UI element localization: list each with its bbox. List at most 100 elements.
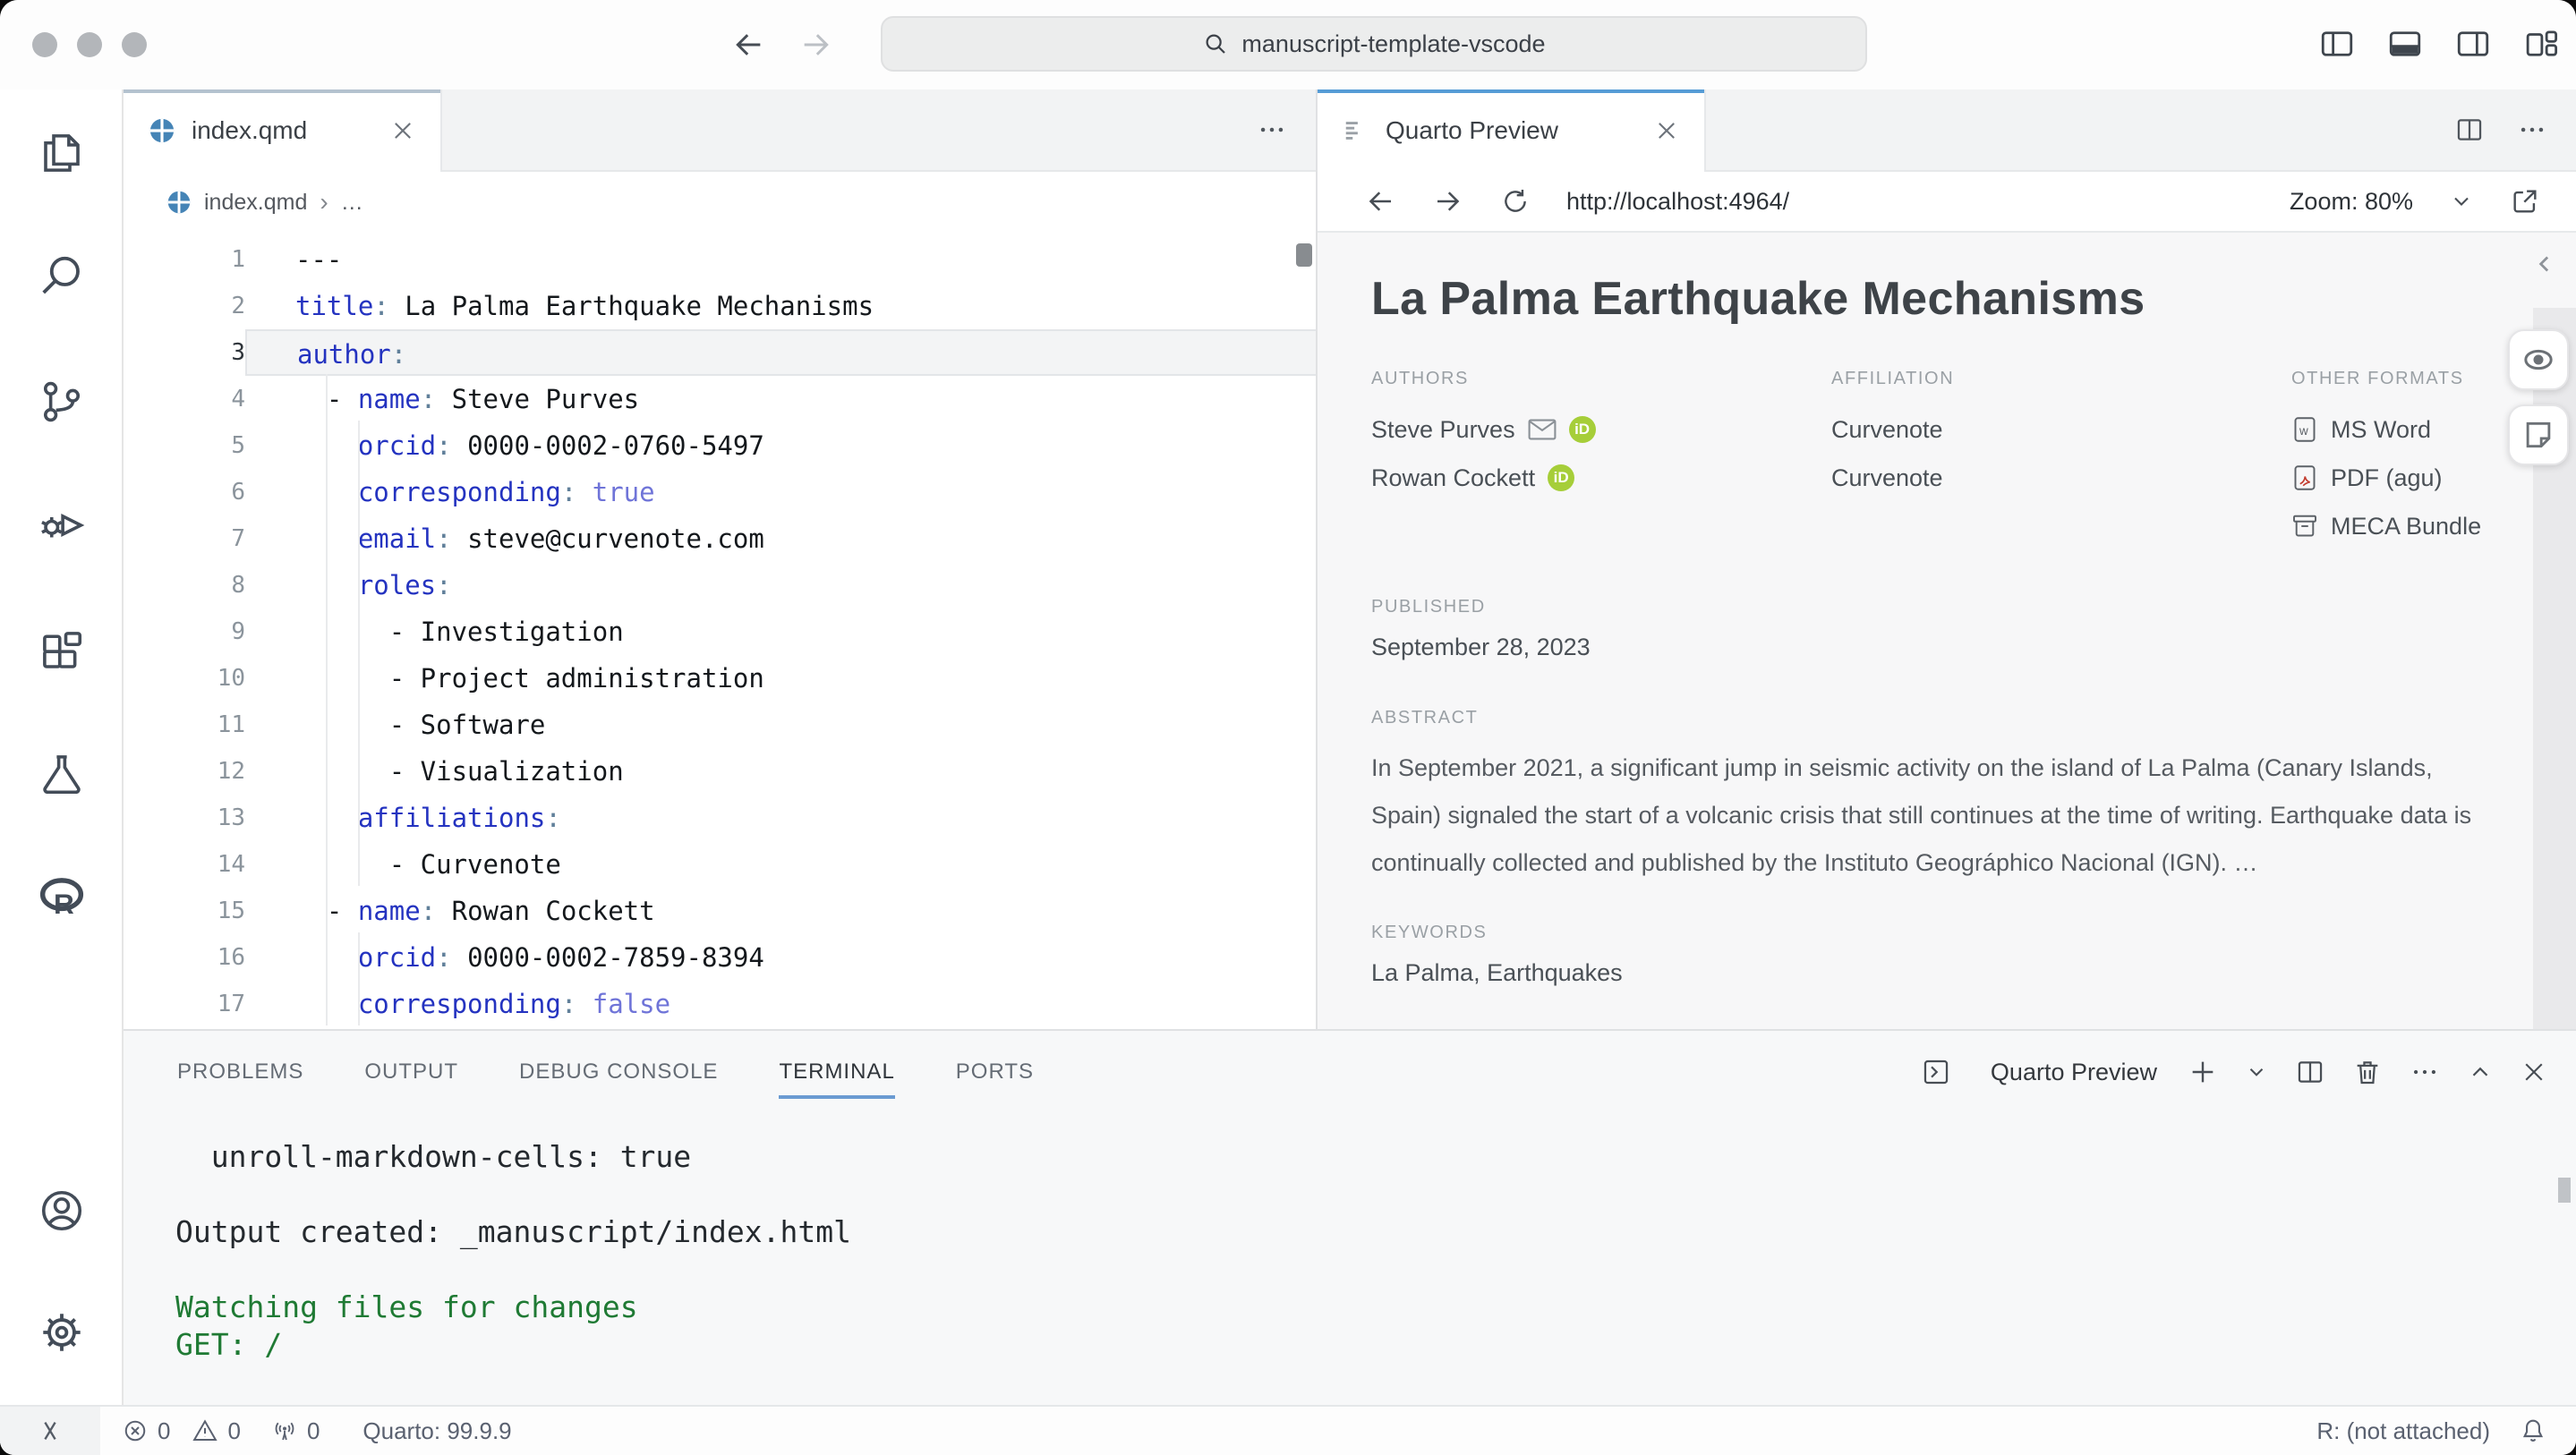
search-icon[interactable]: [38, 252, 86, 301]
tab-output[interactable]: OUTPUT: [364, 1049, 458, 1095]
remote-indicator[interactable]: [0, 1407, 100, 1455]
ports-status[interactable]: 0: [271, 1417, 320, 1445]
problems-status[interactable]: 0 0: [122, 1417, 241, 1445]
panel-more-actions-icon[interactable]: [2410, 1057, 2440, 1087]
line-number: 12: [124, 748, 245, 795]
format-label: MECA Bundle: [2331, 502, 2481, 550]
code-line-5[interactable]: 5 orcid: 0000-0002-0760-5497: [124, 422, 1316, 469]
bottom-panel: PROBLEMS OUTPUT DEBUG CONSOLE TERMINAL P…: [124, 1029, 2576, 1405]
code-line-3[interactable]: 3author:: [124, 329, 1316, 376]
breadcrumb-file[interactable]: index.qmd: [204, 190, 307, 216]
split-terminal-icon[interactable]: [2295, 1057, 2325, 1087]
zoom-window-button[interactable]: [122, 32, 147, 57]
kill-terminal-trash-icon[interactable]: [2352, 1057, 2383, 1087]
customize-layout-icon[interactable]: [2522, 25, 2560, 63]
explorer-icon[interactable]: [38, 129, 86, 177]
reader-view-button[interactable]: [2508, 329, 2569, 390]
toggle-secondary-sidebar-icon[interactable]: [2454, 25, 2492, 63]
maximize-panel-chevron-up-icon[interactable]: [2467, 1059, 2494, 1085]
history-forward-icon[interactable]: [798, 27, 834, 63]
code-line-6[interactable]: 6 corresponding: true: [124, 469, 1316, 515]
testing-beaker-icon[interactable]: [38, 750, 86, 798]
orcid-icon[interactable]: iD: [1548, 464, 1574, 491]
extensions-icon[interactable]: [38, 626, 86, 675]
terminal-session-name[interactable]: Quarto Preview: [1991, 1059, 2157, 1086]
r-session-status[interactable]: R: (not attached): [2316, 1417, 2490, 1445]
terminal-output[interactable]: unroll-markdown-cells: true Output creat…: [175, 1138, 2576, 1364]
source-control-icon[interactable]: [38, 378, 86, 426]
quarto-file-icon: [149, 117, 175, 144]
panel-header: PROBLEMS OUTPUT DEBUG CONSOLE TERMINAL P…: [124, 1031, 2576, 1113]
new-terminal-icon[interactable]: [2188, 1057, 2218, 1087]
breadcrumb-more[interactable]: …: [341, 190, 363, 216]
code-line-17[interactable]: 17 corresponding: false: [124, 981, 1316, 1027]
terminal-scrollbar-thumb[interactable]: [2558, 1178, 2571, 1203]
preview-url[interactable]: http://localhost:4964/: [1566, 188, 1789, 216]
settings-gear-icon[interactable]: [38, 1308, 86, 1357]
email-envelope-icon[interactable]: [1528, 418, 1557, 441]
toggle-primary-sidebar-icon[interactable]: [2318, 25, 2356, 63]
published-date: September 28, 2023: [1371, 634, 2576, 661]
toggle-panel-icon[interactable]: [2386, 25, 2424, 63]
tab-debug-console[interactable]: DEBUG CONSOLE: [519, 1049, 718, 1095]
preview-more-actions-icon[interactable]: [2517, 115, 2547, 145]
open-external-icon[interactable]: [2510, 186, 2540, 217]
code-line-4[interactable]: 4 - name: Steve Purves: [124, 376, 1316, 422]
code-line-15[interactable]: 15 - name: Rowan Cockett: [124, 888, 1316, 934]
close-window-button[interactable]: [32, 32, 57, 57]
chevron-down-icon[interactable]: [2449, 189, 2474, 214]
terminal-dropdown-chevron-icon[interactable]: [2245, 1060, 2268, 1084]
orcid-icon[interactable]: iD: [1569, 416, 1596, 443]
editor-more-actions-icon[interactable]: [1257, 115, 1287, 145]
editor-scrollbar-thumb[interactable]: [1296, 243, 1312, 267]
tab-quarto-preview[interactable]: Quarto Preview: [1318, 89, 1706, 172]
author-row: Rowan Cockett iD: [1371, 454, 1831, 502]
run-debug-icon[interactable]: [38, 501, 86, 549]
split-editor-icon[interactable]: [2454, 115, 2485, 145]
zoom-level[interactable]: Zoom: 80%: [2290, 188, 2413, 216]
published-label: PUBLISHED: [1371, 597, 2576, 617]
collapse-toc-chevron-icon[interactable]: [2531, 251, 2558, 277]
code-line-9[interactable]: 9 - Investigation: [124, 608, 1316, 655]
quarto-version-status[interactable]: Quarto: 99.9.9: [363, 1417, 511, 1445]
preview-toolbar: http://localhost:4964/ Zoom: 80%: [1318, 172, 2576, 233]
tab-index-qmd[interactable]: index.qmd: [124, 89, 442, 172]
quarto-version-label: Quarto: 99.9.9: [363, 1417, 511, 1445]
notifications-bell-icon[interactable]: [2519, 1417, 2547, 1445]
close-tab-icon[interactable]: [1654, 118, 1679, 143]
code-line-13[interactable]: 13 affiliations:: [124, 795, 1316, 841]
code-line-14[interactable]: 14 - Curvenote: [124, 841, 1316, 888]
annotation-button[interactable]: [2508, 404, 2569, 465]
code-line-8[interactable]: 8 roles:: [124, 562, 1316, 608]
line-number: 13: [124, 795, 245, 841]
tab-ports[interactable]: PORTS: [956, 1049, 1034, 1095]
code-line-10[interactable]: 10 - Project administration: [124, 655, 1316, 702]
tab-terminal[interactable]: TERMINAL: [779, 1049, 894, 1095]
close-panel-icon[interactable]: [2521, 1059, 2547, 1085]
pdf-icon: [2291, 464, 2318, 491]
history-back-icon[interactable]: [730, 27, 766, 63]
code-line-11[interactable]: 11 - Software: [124, 702, 1316, 748]
close-tab-icon[interactable]: [390, 118, 415, 143]
terminal-line: Output created: _manuscript/index.html: [175, 1213, 2576, 1251]
r-lang-icon[interactable]: R: [38, 873, 86, 922]
code-editor[interactable]: 1---2title: La Palma Earthquake Mechanis…: [124, 233, 1316, 1029]
code-line-16[interactable]: 16 orcid: 0000-0002-7859-8394: [124, 934, 1316, 981]
breadcrumb[interactable]: index.qmd › …: [124, 172, 1316, 233]
refresh-icon[interactable]: [1500, 186, 1531, 217]
code-line-2[interactable]: 2title: La Palma Earthquake Mechanisms: [124, 283, 1316, 329]
format-label: MS Word: [2331, 405, 2431, 454]
preview-forward-icon[interactable]: [1432, 185, 1464, 217]
preview-list-icon: [1343, 117, 1369, 144]
code-line-7[interactable]: 7 email: steve@curvenote.com: [124, 515, 1316, 562]
command-center-search[interactable]: manuscript-template-vscode: [881, 16, 1867, 72]
minimize-window-button[interactable]: [77, 32, 102, 57]
tab-problems[interactable]: PROBLEMS: [177, 1049, 303, 1095]
preview-document: La Palma Earthquake Mechanisms AUTHORS S…: [1318, 233, 2576, 1029]
affiliation-value: Curvenote: [1831, 405, 2291, 454]
line-number: 14: [124, 841, 245, 888]
code-line-1[interactable]: 1---: [124, 236, 1316, 283]
accounts-icon[interactable]: [38, 1187, 86, 1235]
preview-back-icon[interactable]: [1364, 185, 1396, 217]
code-line-12[interactable]: 12 - Visualization: [124, 748, 1316, 795]
